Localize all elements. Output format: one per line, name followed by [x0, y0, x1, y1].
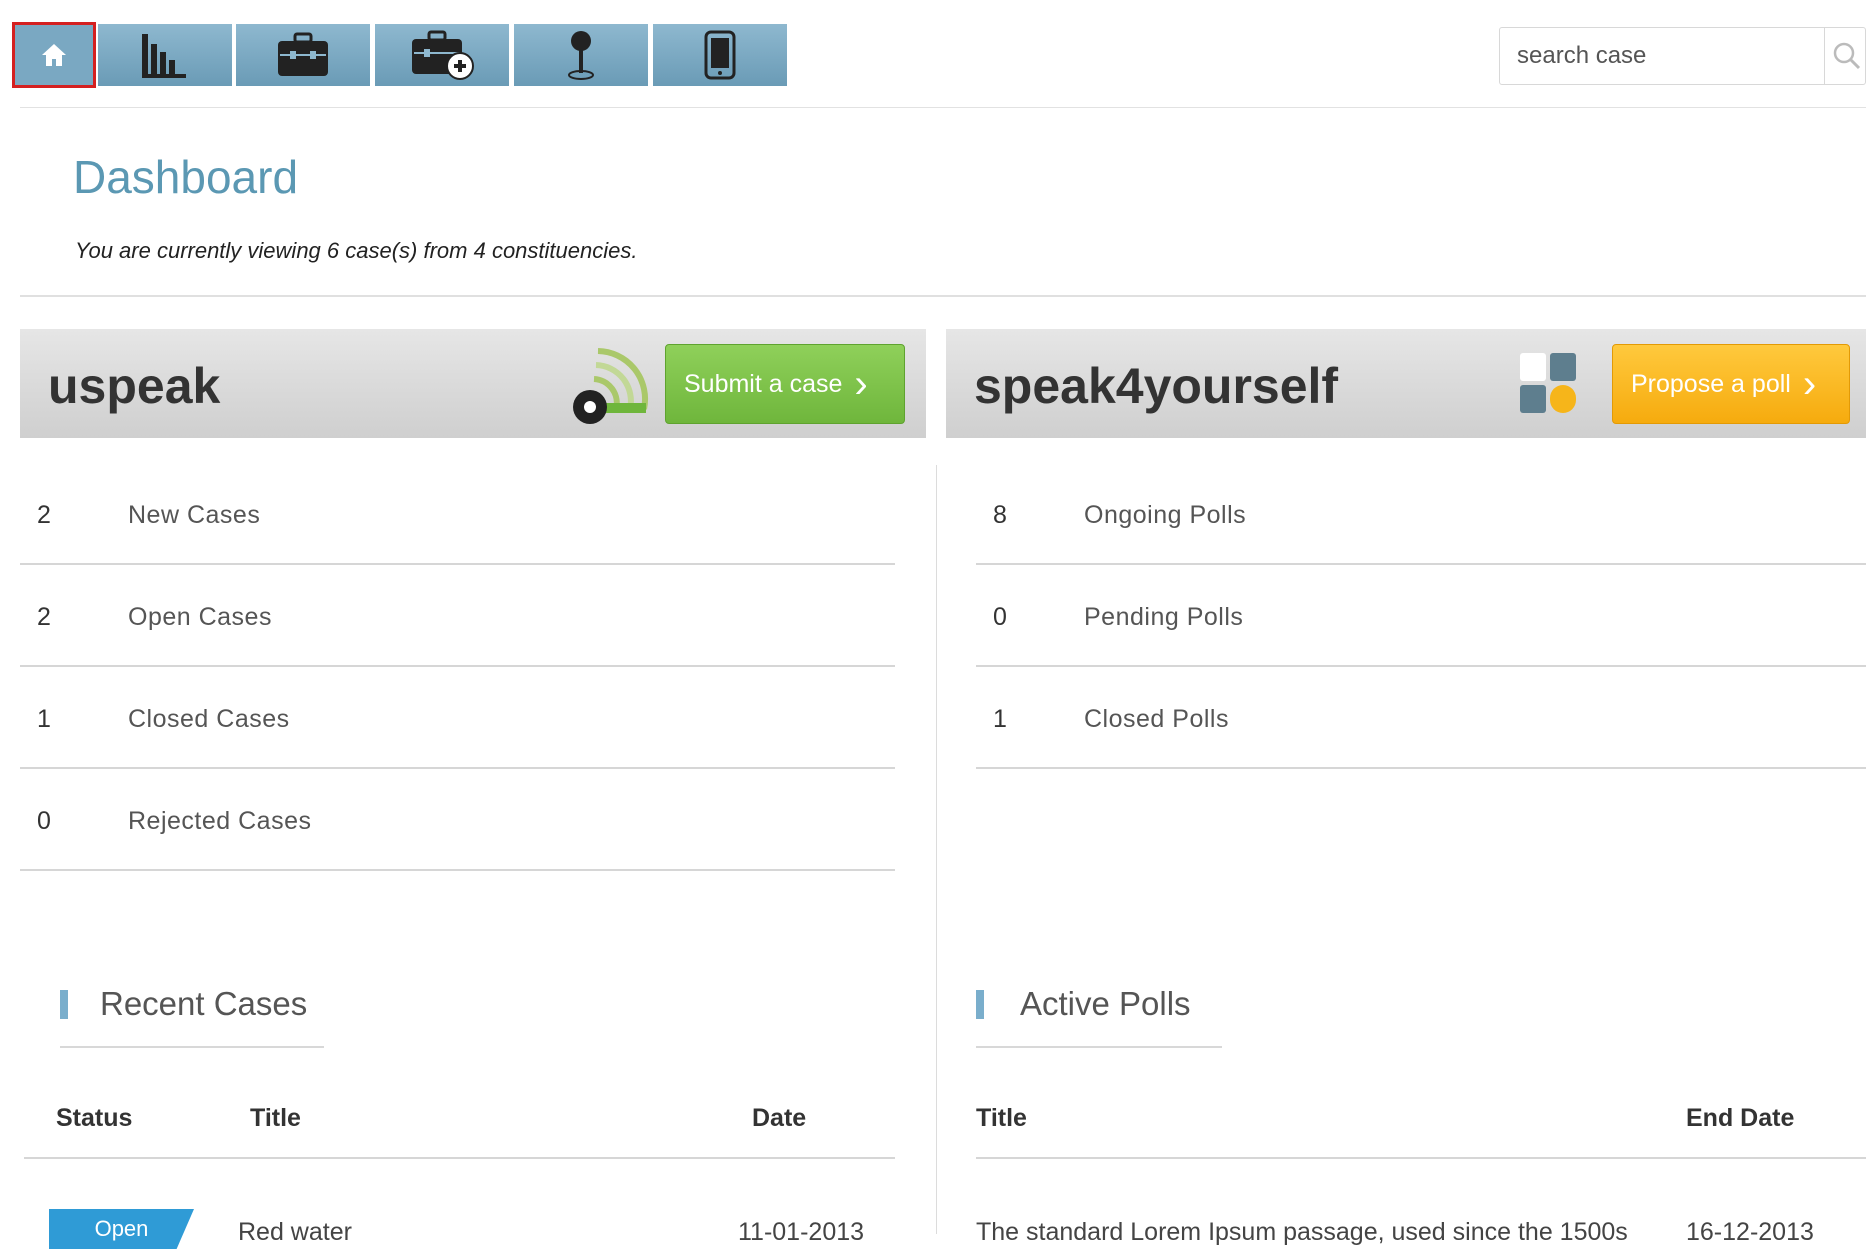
active-polls-title: Active Polls [1020, 985, 1191, 1022]
top-toolbar [0, 0, 1866, 107]
poll-end-date: 16-12-2013 [1686, 1218, 1814, 1246]
search-icon[interactable] [1824, 28, 1866, 84]
stat-row-rejected-cases[interactable]: 0 Rejected Cases [20, 771, 895, 871]
case-title-link[interactable]: Red water [238, 1218, 352, 1247]
column-header-end-date[interactable]: End Date [1686, 1104, 1794, 1133]
stat-label: New Cases [128, 501, 261, 529]
table-header-divider [976, 1157, 1866, 1159]
map-pin-icon [564, 29, 598, 81]
search-box [1499, 27, 1866, 85]
submit-case-label: Submit a case [684, 369, 843, 398]
stat-label: Closed Cases [128, 705, 290, 733]
chevron-right-icon: › [854, 362, 868, 406]
uspeak-title: uspeak [48, 358, 221, 414]
dashboard-divider [20, 295, 1866, 297]
column-header-title[interactable]: Title [250, 1104, 301, 1133]
section-marker [60, 990, 68, 1019]
stat-label: Open Cases [128, 603, 272, 631]
column-header-status[interactable]: Status [56, 1104, 132, 1133]
column-divider [936, 465, 937, 1234]
chevron-right-icon: › [1802, 362, 1817, 406]
column-header-poll-title[interactable]: Title [976, 1104, 1027, 1133]
section-underline [60, 1046, 324, 1048]
submit-case-button[interactable]: Submit a case › [665, 344, 905, 424]
nav-mobile-button[interactable] [653, 24, 787, 86]
poll-title-link[interactable]: The standard Lorem Ipsum passage, used s… [976, 1218, 1656, 1247]
nav-new-case-button[interactable] [375, 24, 509, 86]
stat-count: 2 [37, 603, 51, 631]
column-header-date[interactable]: Date [752, 1104, 806, 1133]
speak4yourself-title: speak4yourself [974, 358, 1339, 414]
nav-cases-button[interactable] [236, 24, 370, 86]
stat-row-closed-cases[interactable]: 1 Closed Cases [20, 669, 895, 769]
section-marker [976, 990, 984, 1019]
stat-count: 0 [37, 807, 51, 835]
stat-label: Pending Polls [1084, 603, 1244, 631]
table-header-divider [24, 1157, 895, 1159]
section-underline [976, 1046, 1222, 1048]
briefcase-add-icon [410, 30, 474, 80]
stat-label: Rejected Cases [128, 807, 312, 835]
mobile-phone-icon [703, 30, 737, 80]
stat-count: 1 [37, 705, 51, 733]
search-input[interactable] [1501, 29, 1853, 83]
status-badge: Open [49, 1209, 194, 1249]
stat-row-ongoing-polls[interactable]: 8 Ongoing Polls [976, 465, 1866, 565]
briefcase-icon [276, 32, 330, 78]
stat-row-pending-polls[interactable]: 0 Pending Polls [976, 567, 1866, 667]
stat-count: 0 [993, 603, 1007, 631]
stat-row-closed-polls[interactable]: 1 Closed Polls [976, 669, 1866, 769]
stat-count: 1 [993, 705, 1007, 733]
stat-row-open-cases[interactable]: 2 Open Cases [20, 567, 895, 667]
uspeak-panel-header: uspeak Submit a case › [20, 329, 926, 438]
recent-cases-title: Recent Cases [100, 985, 308, 1022]
header-divider [20, 107, 1866, 108]
poll-blocks-icon [1518, 351, 1578, 422]
stat-count: 2 [37, 501, 51, 529]
broadcast-megaphone-icon [568, 341, 650, 432]
stat-label: Closed Polls [1084, 705, 1229, 733]
propose-poll-label: Propose a poll [1631, 369, 1791, 398]
home-icon [39, 40, 69, 70]
stat-count: 8 [993, 501, 1007, 529]
stat-row-new-cases[interactable]: 2 New Cases [20, 465, 895, 565]
propose-poll-button[interactable]: Propose a poll › [1612, 344, 1850, 424]
bar-chart-icon [139, 30, 191, 80]
nav-statistics-button[interactable] [98, 24, 232, 86]
stat-label: Ongoing Polls [1084, 501, 1247, 529]
nav-map-button[interactable] [514, 24, 648, 86]
page-title: Dashboard [73, 151, 299, 203]
nav-home-button[interactable] [12, 22, 96, 88]
dashboard-summary: You are currently viewing 6 case(s) from… [75, 238, 638, 263]
speak4yourself-panel-header: speak4yourself Propose a poll › [946, 329, 1866, 438]
case-date: 11-01-2013 [738, 1218, 865, 1246]
